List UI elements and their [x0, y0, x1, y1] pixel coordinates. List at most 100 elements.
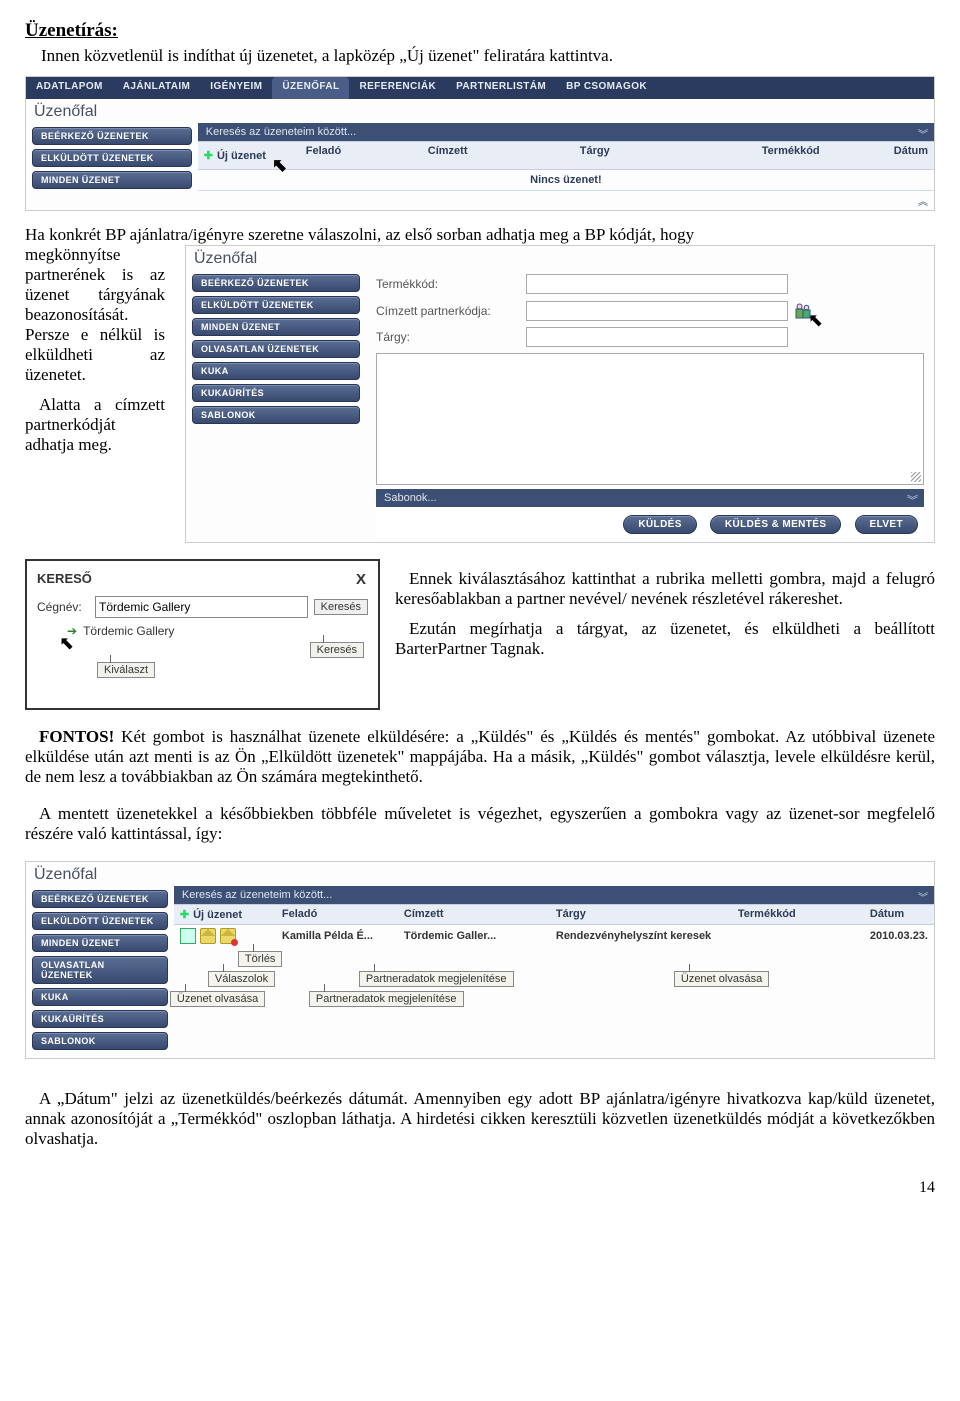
panel-title: Üzenőfal — [26, 862, 934, 886]
label-cimzett-partnerkod: Címzett partnerkódja: — [376, 304, 526, 318]
sidebar-item-inbox[interactable]: BEÉRKEZŐ ÜZENETEK — [32, 127, 192, 145]
right-paragraph-column: Ennek kiválasztásához kattinthat a rubri… — [395, 549, 935, 659]
search-placeholder: Keresés az üzeneteim között... — [206, 126, 356, 138]
sidebar-item-templates[interactable]: SABLONOK — [192, 406, 360, 424]
fontos-paragraph: FONTOS! Két gombot is használhat üzenete… — [25, 727, 935, 844]
sidebar-item-sent[interactable]: ELKÜLDÖTT ÜZENETEK — [192, 296, 360, 314]
tooltip-partneradatok-2: Partneradatok megjelenítése — [309, 991, 464, 1007]
panel-title: Üzenőfal — [26, 99, 934, 123]
sidebar-item-sent[interactable]: ELKÜLDÖTT ÜZENETEK — [32, 912, 168, 930]
sidebar-item-all[interactable]: MINDEN ÜZENET — [32, 934, 168, 952]
message-row[interactable]: Kamilla Példa É... Tördemic Galler... Re… — [174, 925, 934, 947]
discard-button[interactable]: ELVET — [855, 515, 918, 534]
chevron-up-icon[interactable]: ︽ — [918, 197, 928, 208]
sidebar-item-emptytrash[interactable]: KUKAÜRÍTÉS — [192, 384, 360, 402]
section-title: Üzenetírás: — [25, 20, 935, 42]
col-felado[interactable]: Feladó — [300, 142, 422, 169]
close-icon[interactable]: X — [356, 571, 366, 588]
cursor-icon: ⬉ — [59, 633, 74, 654]
sidebar-item-inbox[interactable]: BEÉRKEZŐ ÜZENETEK — [192, 274, 360, 292]
col-targy[interactable]: Tárgy — [550, 905, 732, 924]
templates-dropdown[interactable]: Sabonok... ︾ — [376, 489, 924, 507]
search-popup: KERESŐ X Cégnév: Keresés ➔ Tördemic Gall… — [25, 559, 380, 710]
tab-referenciak[interactable]: REFERENCIÁK — [349, 77, 446, 99]
panel-title: Üzenőfal — [186, 246, 366, 270]
termekkod-input[interactable] — [526, 274, 788, 294]
col-termekkod[interactable]: Termékkód — [732, 905, 864, 924]
fontos-p2: A mentett üzenetekkel a későbbiekben töb… — [25, 804, 935, 844]
message-body-textarea[interactable] — [376, 353, 924, 485]
para-send-explain: Ezután megírhatja a tárgyat, az üzenetet… — [395, 619, 935, 659]
sidebar-item-sent[interactable]: ELKÜLDÖTT ÜZENETEK — [32, 149, 192, 167]
cimzett-input[interactable] — [526, 301, 788, 321]
search-popup-title: KERESŐ — [37, 571, 368, 586]
col-felado[interactable]: Feladó — [276, 905, 398, 924]
cell-targy[interactable]: Rendezvényhelyszínt keresek — [550, 930, 732, 942]
col-cimzett[interactable]: Címzett — [422, 142, 574, 169]
column-header-row: ✚ Új üzenet ⬉ Feladó Címzett Tárgy Termé… — [198, 141, 934, 170]
tab-igenyeim[interactable]: IGÉNYEIM — [200, 77, 272, 99]
new-message-form: Termékkód: Címzett partnerkódja: ⬉ Tárgy… — [366, 246, 934, 542]
chevron-down-icon[interactable]: ︾ — [918, 889, 928, 904]
cell-datum[interactable]: 2010.03.23. — [864, 930, 934, 942]
plus-icon: ✚ — [204, 149, 213, 162]
col-new-message[interactable]: ✚ Új üzenet — [174, 905, 276, 924]
para-kereso-explain: Ennek kiválasztásához kattinthat a rubri… — [395, 569, 935, 609]
page-number: 14 — [25, 1179, 935, 1197]
sidebar-item-unread[interactable]: OLVASATLAN ÜZENETEK — [32, 956, 168, 984]
label-cegnev: Cégnév: — [37, 600, 95, 614]
targy-input[interactable] — [526, 327, 788, 347]
column-header-row: ✚ Új üzenet Feladó Címzett Tárgy Termékk… — [174, 904, 934, 925]
plus-icon: ✚ — [180, 908, 189, 921]
trailing-paragraph: A „Dátum" jelzi az üzenetküldés/beérkezé… — [25, 1089, 935, 1149]
col-termekkod[interactable]: Termékkód — [756, 142, 888, 169]
chevron-down-icon[interactable]: ︾ — [918, 126, 928, 141]
col-new-message[interactable]: ✚ Új üzenet ⬉ — [198, 142, 300, 169]
button-bar: KÜLDÉS KÜLDÉS & MENTÉS ELVET — [376, 507, 924, 542]
sidebar-item-all[interactable]: MINDEN ÜZENET — [192, 318, 360, 336]
label-targy: Tárgy: — [376, 330, 526, 344]
sidebar-item-all[interactable]: MINDEN ÜZENET — [32, 171, 192, 189]
tab-uzenofal[interactable]: ÜZENŐFAL — [272, 77, 349, 99]
search-bar[interactable]: Keresés az üzeneteim között... ︾ — [174, 886, 934, 904]
fontos-label: FONTOS! — [39, 727, 114, 746]
envelope-icon[interactable] — [200, 928, 216, 944]
envelope-delete-icon[interactable] — [220, 928, 236, 944]
cell-felado[interactable]: Kamilla Példa É... — [276, 930, 398, 942]
resize-handle-icon[interactable] — [911, 472, 921, 482]
send-button[interactable]: KÜLDÉS — [623, 515, 697, 534]
reply-icon[interactable] — [180, 928, 196, 944]
screenshot-messagewall-list: Üzenőfal BEÉRKEZŐ ÜZENETEK ELKÜLDÖTT ÜZE… — [25, 861, 935, 1059]
sidebar-item-emptytrash[interactable]: KUKAÜRÍTÉS — [32, 1010, 168, 1028]
para-cimzett: Alatta a címzett partnerkódját adhatja m… — [25, 395, 165, 455]
tab-partnerlistam[interactable]: PARTNERLISTÁM — [446, 77, 556, 99]
tab-bpcsomagok[interactable]: BP CSOMAGOK — [556, 77, 657, 99]
search-bar[interactable]: Keresés az üzeneteim között... ︾ — [198, 123, 934, 141]
cegnev-input[interactable] — [95, 596, 308, 618]
search-placeholder: Keresés az üzeneteim között... — [182, 889, 332, 901]
chevron-down-icon: ︾ — [907, 492, 918, 508]
para-cont: megkönnyítse partnerének is az üzenet tá… — [25, 245, 165, 385]
sidebar-item-inbox[interactable]: BEÉRKEZŐ ÜZENETEK — [32, 890, 168, 908]
tab-adatlapom[interactable]: ADATLAPOM — [26, 77, 113, 99]
sidebar: BEÉRKEZŐ ÜZENETEK ELKÜLDÖTT ÜZENETEK MIN… — [26, 123, 198, 210]
tooltip-torles: Törlés — [238, 951, 283, 967]
col-datum[interactable]: Dátum — [864, 905, 934, 924]
sidebar-item-trash[interactable]: KUKA — [32, 988, 168, 1006]
col-datum[interactable]: Dátum — [888, 142, 934, 169]
search-button[interactable]: Keresés — [314, 599, 368, 615]
sidebar-item-templates[interactable]: SABLONOK — [32, 1032, 168, 1050]
cursor-icon: ⬉ — [272, 155, 287, 176]
col-targy[interactable]: Tárgy — [574, 142, 756, 169]
sidebar-item-trash[interactable]: KUKA — [192, 362, 360, 380]
send-save-button[interactable]: KÜLDÉS & MENTÉS — [710, 515, 842, 534]
sidebar-item-unread[interactable]: OLVASATLAN ÜZENETEK — [192, 340, 360, 358]
intro-text: Innen közvetlenül is indíthat új üzenete… — [41, 46, 935, 66]
tooltip-partneradatok-1: Partneradatok megjelenítése — [359, 971, 514, 987]
cell-cimzett[interactable]: Tördemic Galler... — [398, 930, 550, 942]
empty-message: Nincs üzenet! — [198, 170, 934, 191]
col-cimzett[interactable]: Címzett — [398, 905, 550, 924]
tooltip-uzenet-olvasasa: Üzenet olvasása — [170, 991, 265, 1007]
cursor-icon: ⬉ — [808, 310, 823, 331]
tab-ajanlataim[interactable]: AJÁNLATAIM — [113, 77, 201, 99]
